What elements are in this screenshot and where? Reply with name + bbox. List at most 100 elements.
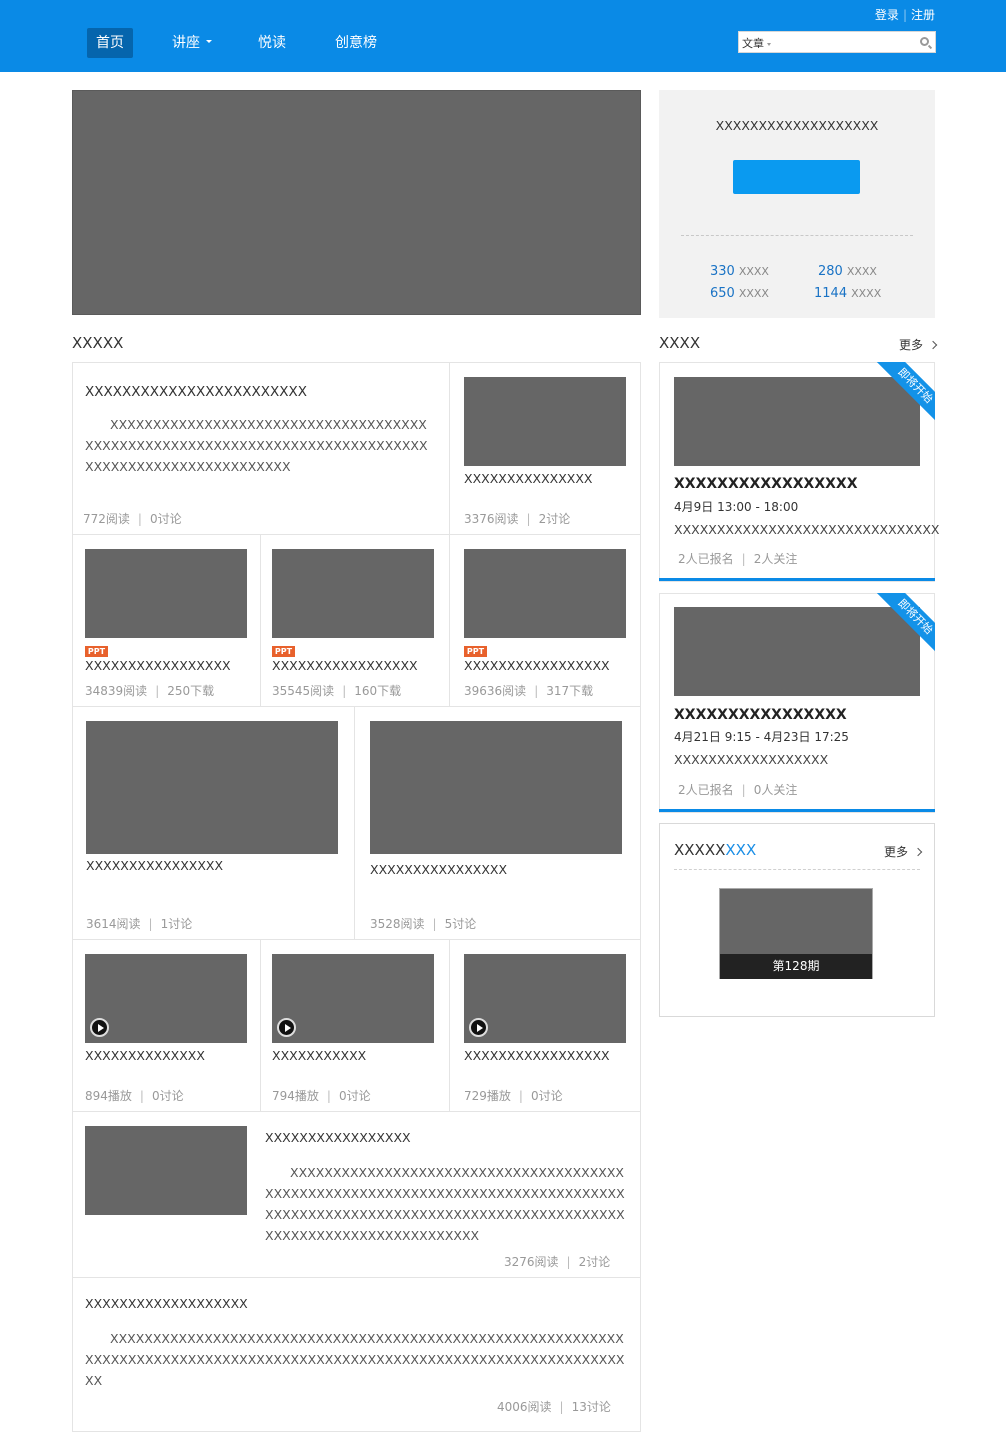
ppt-meta: 39636阅读 | 317下载 (464, 684, 594, 698)
issue-panel-title: XXXXXXXX (674, 841, 756, 859)
ppt-meta: 35545阅读 | 160下载 (272, 684, 402, 698)
event-meta: 2人已报名 | 2人关注 (678, 552, 798, 566)
ppt-meta: 34839阅读 | 250下载 (85, 684, 215, 698)
ppt-title[interactable]: XXXXXXXXXXXXXXXXX (464, 659, 610, 673)
comment-count: 5讨论 (444, 917, 477, 931)
stat-value: 650 (710, 286, 735, 301)
nav-ranking[interactable]: 创意榜 (335, 28, 377, 58)
more-link[interactable]: 更多 (899, 336, 938, 353)
comment-count: 2讨论 (538, 512, 571, 526)
video-thumbnail[interactable] (85, 954, 247, 1043)
more-link[interactable]: 更多 (884, 843, 923, 860)
article-body: XXXXXXXXXXXXXXXXXXXXXXXXXXXXXXXXXXXXXXXX… (85, 1331, 625, 1388)
nav-lectures-label: 讲座 (172, 35, 200, 51)
search-box[interactable]: 文章 (738, 31, 936, 53)
article-title[interactable]: XXXXXXXXXXXXXXXXXXXXXXXX (85, 385, 307, 400)
event-title[interactable]: XXXXXXXXXXXXXXXX (674, 708, 847, 722)
article-title[interactable]: XXXXXXXXXXXXXXX (464, 472, 592, 486)
stat-item[interactable]: 650 XXXX (710, 282, 769, 301)
nav-ranking-label: 创意榜 (335, 35, 377, 51)
issue-number[interactable]: 第128期 (720, 954, 872, 979)
issue-title-main: XXXXX (674, 841, 726, 859)
download-count: 317下载 (546, 684, 594, 698)
follower-count: 2人关注 (753, 552, 798, 566)
play-count: 894播放 (85, 1089, 132, 1103)
article-thumbnail[interactable] (85, 1126, 247, 1215)
article-title[interactable]: XXXXXXXXXXXXXXXXX (265, 1131, 411, 1145)
download-count: 250下载 (167, 684, 215, 698)
video-thumbnail[interactable] (464, 954, 626, 1043)
login-link[interactable]: 登录 (875, 8, 899, 22)
divider (72, 1277, 641, 1278)
banner-image[interactable] (72, 90, 641, 315)
stat-label: XXXX (846, 265, 877, 278)
stat-label: XXXX (738, 287, 769, 300)
comment-count: 0讨论 (530, 1089, 563, 1103)
event-meta: 2人已报名 | 0人关注 (678, 783, 798, 797)
stat-value: 280 (818, 264, 843, 279)
ppt-thumbnail[interactable] (272, 549, 434, 638)
ppt-thumbnail[interactable] (464, 549, 626, 638)
video-title[interactable]: XXXXXXXXXXXXXXXXX (464, 1049, 610, 1063)
nav-home-label: 首页 (96, 35, 124, 51)
nav-reading[interactable]: 悦读 (258, 28, 286, 58)
ribbon-label: 即将开始 (872, 593, 935, 660)
video-title[interactable]: XXXXXXXXXXX (272, 1049, 366, 1063)
divider (674, 869, 920, 870)
register-link[interactable]: 注册 (911, 8, 935, 22)
article-thumbnail[interactable] (464, 377, 626, 466)
follower-count: 0人关注 (753, 783, 798, 797)
nav-home[interactable]: 首页 (87, 28, 133, 58)
issue-title-highlight: XXX (725, 841, 757, 859)
read-count: 34839阅读 (85, 684, 148, 698)
video-meta: 894播放 | 0讨论 (85, 1089, 184, 1103)
divider (72, 534, 641, 535)
read-count: 3614阅读 (86, 917, 141, 931)
comment-count: 13讨论 (571, 1400, 611, 1414)
comment-count: 0讨论 (151, 1089, 184, 1103)
event-title[interactable]: XXXXXXXXXXXXXXXXX (674, 477, 858, 491)
ppt-badge: PPT (464, 646, 487, 657)
divider (681, 235, 913, 236)
stat-value: 330 (710, 264, 735, 279)
divider (449, 362, 450, 706)
divider (354, 706, 355, 939)
download-count: 160下载 (354, 684, 402, 698)
chevron-right-icon (913, 847, 923, 857)
ppt-thumbnail[interactable] (85, 549, 247, 638)
divider (72, 939, 641, 940)
video-title[interactable]: XXXXXXXXXXXXXX (85, 1049, 205, 1063)
search-category-select[interactable]: 文章 (742, 35, 771, 51)
stat-item[interactable]: 330 XXXX (710, 260, 769, 279)
article-thumbnail[interactable] (370, 721, 622, 854)
comment-count: 2讨论 (578, 1255, 611, 1269)
article-thumbnail[interactable] (86, 721, 338, 854)
read-count: 4006阅读 (497, 1400, 552, 1414)
section-title: XXXXX (72, 334, 124, 352)
article-body: XXXXXXXXXXXXXXXXXXXXXXXXXXXXXXXXXXXXXXXX… (85, 417, 428, 474)
read-count: 39636阅读 (464, 684, 527, 698)
play-icon[interactable] (90, 1018, 109, 1037)
top-header: 首页 讲座 悦读 创意榜 登录 | 注册 文章 (0, 0, 1006, 72)
video-thumbnail[interactable] (272, 954, 434, 1043)
article-title[interactable]: XXXXXXXXXXXXXXXXXXX (85, 1297, 248, 1311)
play-icon[interactable] (277, 1018, 296, 1037)
ppt-title[interactable]: XXXXXXXXXXXXXXXXX (85, 659, 231, 673)
event-description: XXXXXXXXXXXXXXXXXXXXXXXXXXXXXXX (674, 522, 940, 537)
ppt-title[interactable]: XXXXXXXXXXXXXXXXX (272, 659, 418, 673)
nav-lectures[interactable]: 讲座 (172, 28, 212, 58)
user-panel-button[interactable] (733, 160, 860, 194)
signup-count: 2人已报名 (678, 552, 734, 566)
stat-label: XXXX (851, 287, 882, 300)
article-meta: 3528阅读 | 5讨论 (370, 917, 477, 931)
play-icon[interactable] (469, 1018, 488, 1037)
article-meta: 3614阅读 | 1讨论 (86, 917, 193, 931)
caret-down-icon (206, 39, 212, 43)
article-title[interactable]: XXXXXXXXXXXXXXXX (86, 859, 223, 873)
stat-item[interactable]: 1144 XXXX (814, 282, 881, 301)
search-icon[interactable] (920, 37, 929, 46)
stat-item[interactable]: 280 XXXX (818, 260, 877, 279)
read-count: 3276阅读 (504, 1255, 559, 1269)
chevron-right-icon (928, 340, 938, 350)
article-title[interactable]: XXXXXXXXXXXXXXXX (370, 863, 507, 877)
